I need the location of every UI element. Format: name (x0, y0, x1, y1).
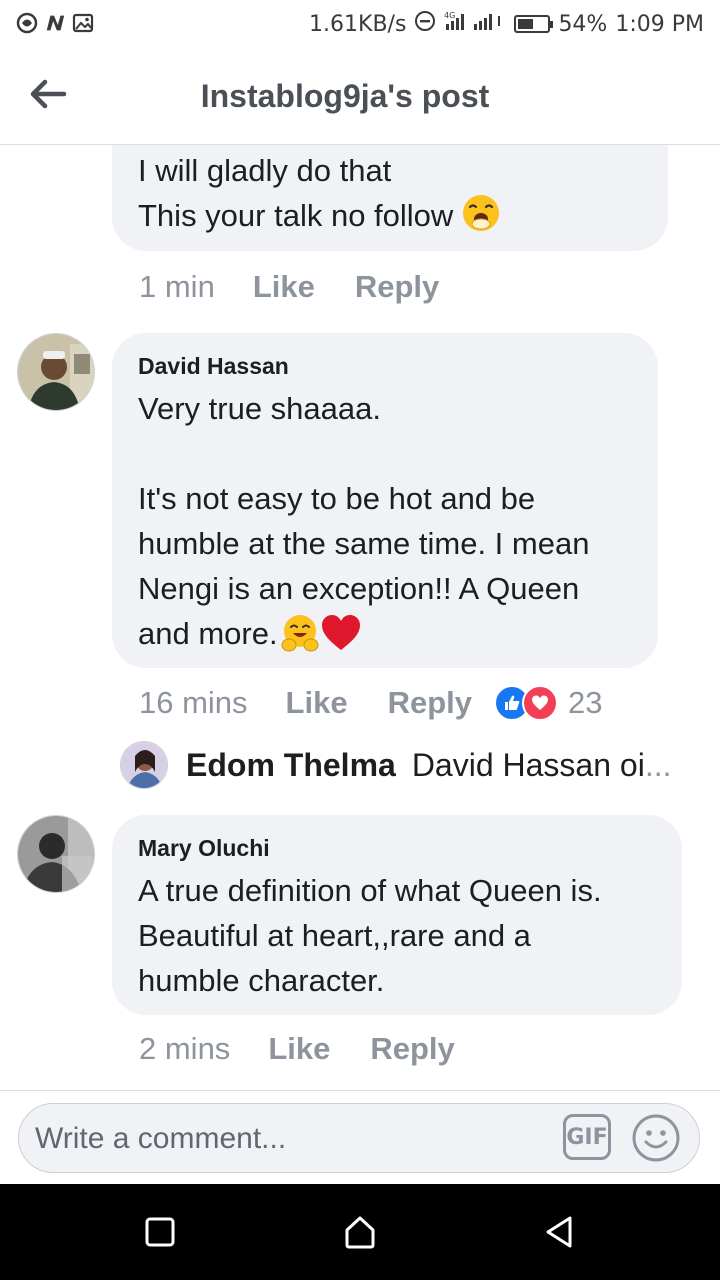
home-icon (345, 1216, 375, 1249)
reply-button[interactable]: Reply (355, 269, 439, 305)
square-icon (145, 1217, 175, 1247)
comment-time: 1 min (139, 269, 215, 304)
back-nav-button[interactable] (540, 1212, 580, 1252)
signal-icon: 4G (444, 10, 506, 38)
reply-author: Edom Thelma (186, 747, 396, 783)
emoji-button[interactable] (631, 1113, 681, 1163)
comment-meta: 16 mins Like Reply 23 (139, 685, 602, 721)
status-bar: 1.61KB/s 4G 54% 1:09 PM (0, 0, 720, 48)
clock: 1:09 PM (615, 11, 704, 37)
reply-avatar[interactable] (120, 741, 168, 789)
comment-text: Very true shaaaa. It's not easy to be ho… (138, 391, 590, 651)
comment-author[interactable]: David Hassan (138, 353, 632, 380)
reply-text: David Hassan oi (411, 747, 645, 783)
reply-button[interactable]: Reply (388, 685, 472, 721)
avatar[interactable] (17, 333, 95, 411)
comment-bubble[interactable]: Mary Oluchi A true definition of what Qu… (112, 815, 682, 1015)
like-button[interactable]: Like (286, 685, 348, 721)
avatar[interactable] (17, 815, 95, 893)
like-button[interactable]: Like (268, 1031, 330, 1067)
reply-button[interactable]: Reply (370, 1031, 454, 1067)
yawning-face-emoji (461, 193, 501, 238)
gif-button[interactable]: GIF (563, 1114, 611, 1160)
comment-text: A true definition of what Queen is. Beau… (138, 873, 602, 998)
system-nav-bar (0, 1184, 720, 1280)
battery-icon (514, 15, 554, 33)
battery-percent: 54% (558, 11, 608, 37)
comment-bubble[interactable]: David Hassan Very true shaaaa. It's not … (112, 333, 658, 668)
page-title: Instablog9ja's post (200, 78, 490, 114)
comment-composer: GIF (0, 1090, 720, 1185)
app-icon (16, 12, 38, 34)
like-button[interactable]: Like (253, 269, 315, 305)
recents-button[interactable] (140, 1212, 180, 1252)
n-icon (44, 12, 66, 34)
svg-text:4G: 4G (444, 11, 455, 20)
comment-time: 2 mins (139, 1031, 231, 1066)
hugging-face-emoji (280, 613, 320, 658)
app-header: Instablog9ja's post (0, 48, 720, 145)
comment-text: I will gladly do that This your talk no … (138, 153, 454, 233)
triangle-back-icon (546, 1216, 572, 1248)
reaction-count[interactable]: 23 (568, 685, 602, 721)
reaction-icons[interactable] (494, 685, 558, 721)
comments-list: I will gladly do that This your talk no … (0, 145, 720, 1090)
comment-meta: 1 min Like Reply (139, 269, 479, 305)
status-left-icons (16, 12, 94, 34)
home-button[interactable] (340, 1212, 380, 1252)
smiley-icon (632, 1114, 680, 1162)
reply-preview[interactable]: Edom Thelma David Hassan oi... (186, 747, 671, 784)
comment-author[interactable]: Mary Oluchi (138, 835, 656, 862)
image-icon (72, 12, 94, 34)
red-heart-emoji (320, 613, 362, 658)
status-right: 1.61KB/s 4G 54% 1:09 PM (309, 10, 704, 38)
dnd-icon (414, 10, 436, 38)
reply-ellipsis: ... (644, 747, 672, 783)
comment-time: 16 mins (139, 685, 248, 720)
net-speed: 1.61KB/s (309, 11, 407, 37)
love-icon (522, 685, 558, 721)
comment-meta: 2 mins Like Reply (139, 1031, 495, 1067)
comment-input[interactable] (33, 1114, 557, 1164)
comment-bubble[interactable]: I will gladly do that This your talk no … (112, 145, 668, 251)
comment-box: GIF (18, 1103, 700, 1173)
